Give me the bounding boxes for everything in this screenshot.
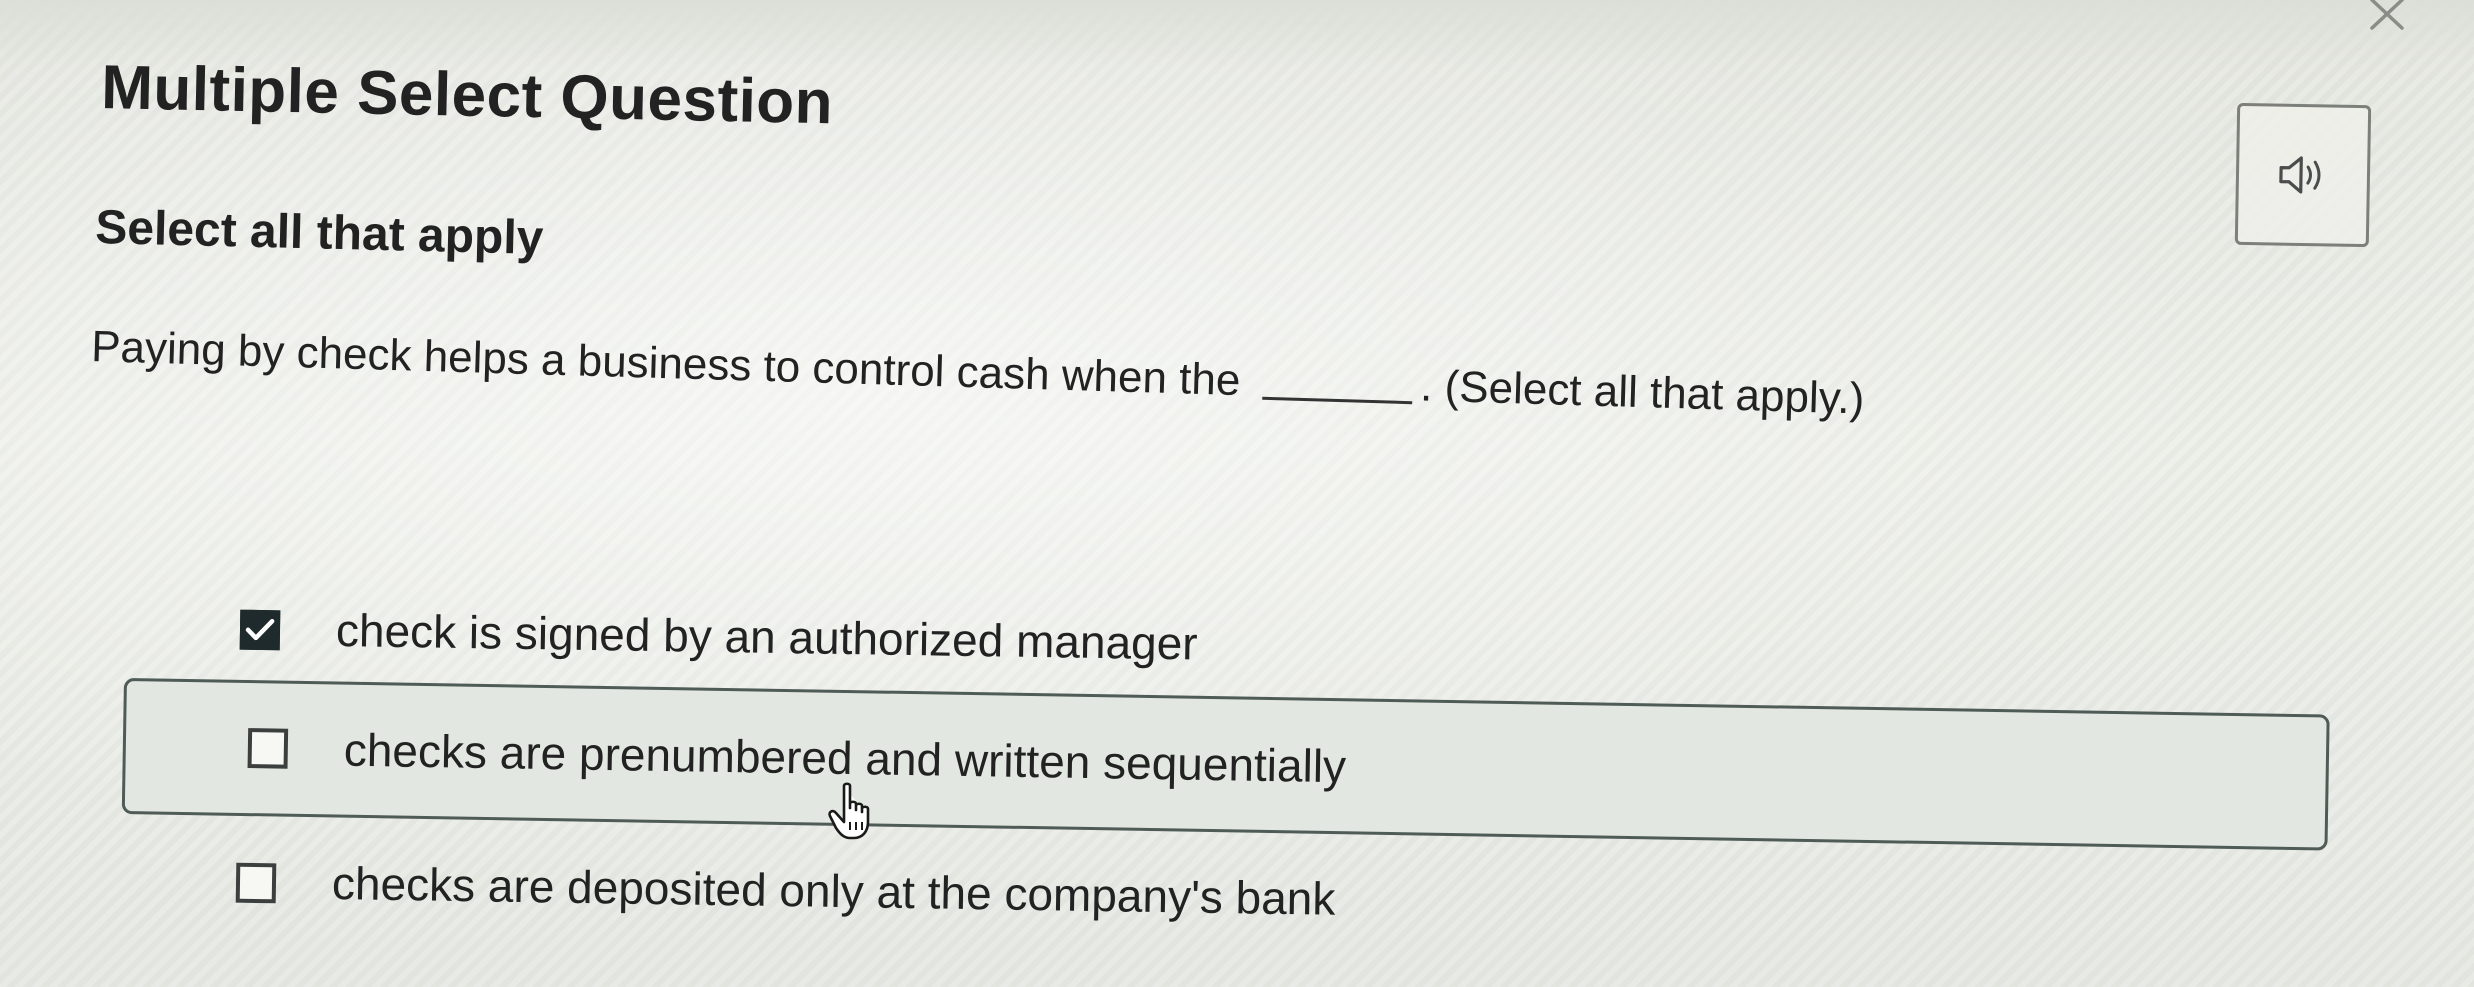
audio-button[interactable] bbox=[2234, 102, 2372, 248]
option-label: check is signed by an authorized manager bbox=[335, 604, 1199, 670]
checkbox-checked[interactable] bbox=[239, 609, 281, 651]
instruction-text: Select all that apply bbox=[94, 200, 544, 265]
checkbox-unchecked[interactable] bbox=[247, 728, 289, 769]
answer-blank bbox=[1261, 396, 1412, 405]
checkmark-icon bbox=[245, 618, 275, 641]
checkbox-unchecked[interactable] bbox=[235, 862, 277, 904]
hand-pointer-icon bbox=[828, 782, 870, 840]
speaker-icon bbox=[2279, 156, 2321, 194]
option-label: checks are deposited only at the company… bbox=[331, 857, 1336, 925]
option-authorized-manager[interactable]: check is signed by an authorized manager bbox=[239, 585, 1400, 675]
close-icon[interactable] bbox=[2368, 0, 2416, 32]
option-deposited-company-bank[interactable]: checks are deposited only at the company… bbox=[235, 838, 1496, 928]
